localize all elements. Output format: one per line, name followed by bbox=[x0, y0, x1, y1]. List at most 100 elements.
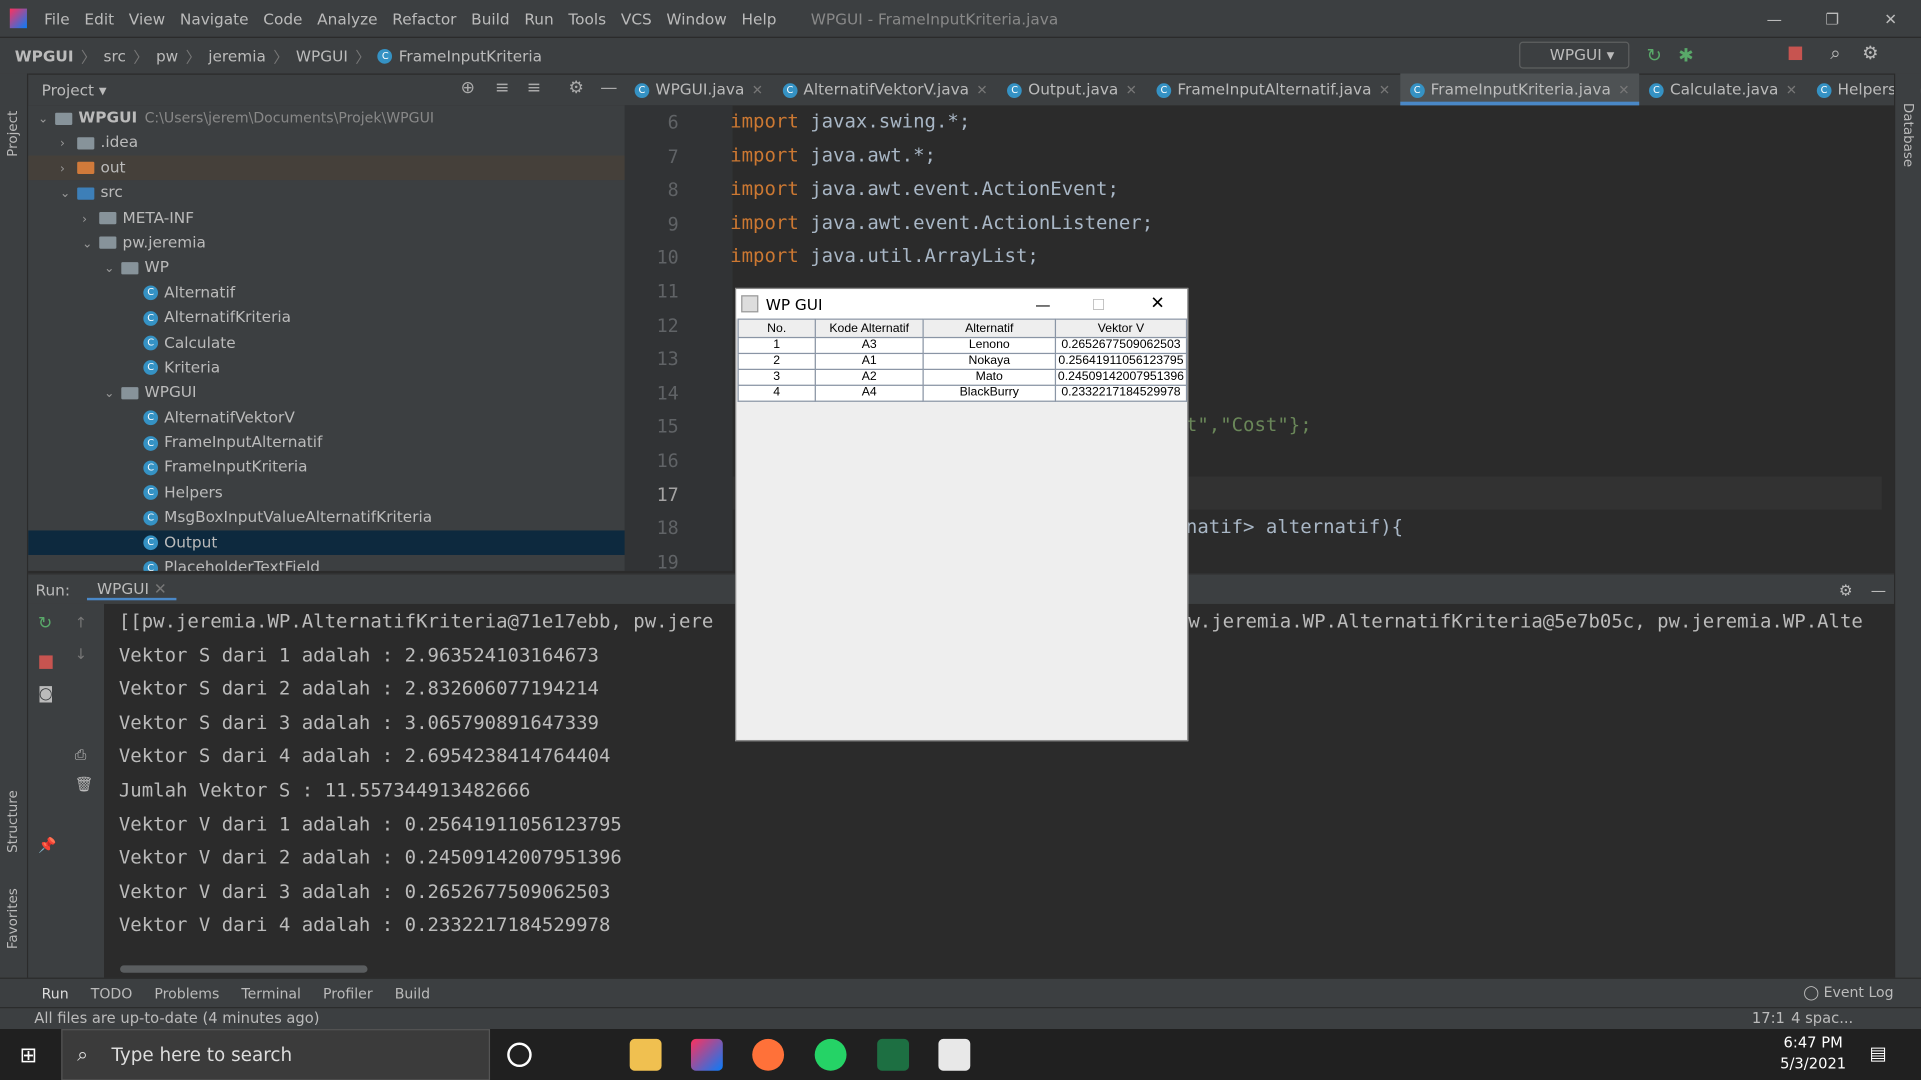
stop-icon[interactable] bbox=[39, 655, 53, 669]
breadcrumb-item[interactable]: WPGUI bbox=[296, 47, 348, 65]
project-view-select[interactable]: Project ▾ bbox=[42, 81, 107, 99]
tree-item[interactable]: ⌄ WPGUI C:\Users\jerem\Documents\Projek\WP… bbox=[28, 105, 625, 130]
menu-build[interactable]: Build bbox=[471, 9, 509, 27]
caret-position[interactable]: 17:1 bbox=[1752, 1008, 1785, 1029]
notifications-icon[interactable]: ▤ bbox=[1870, 1043, 1887, 1065]
favorites-side-tab[interactable]: Favorites bbox=[5, 888, 21, 949]
close-tab-icon[interactable]: ✕ bbox=[1618, 82, 1629, 98]
chevron-down-icon[interactable]: ⌄ bbox=[104, 258, 121, 283]
tree-item[interactable]: C FrameInputKriteria bbox=[28, 455, 625, 480]
editor-tab[interactable]: C Output.java ✕ bbox=[998, 74, 1147, 106]
gear-icon[interactable]: ⚙ bbox=[1839, 580, 1853, 598]
down-icon[interactable]: ↓ bbox=[75, 646, 87, 663]
tree-item[interactable]: C MsgBoxInputValueAlternatifKriteria bbox=[28, 505, 625, 530]
tool-button-build[interactable]: Build bbox=[395, 984, 430, 1001]
close-tab-icon[interactable]: ✕ bbox=[976, 82, 987, 98]
dialog-minimize-button[interactable]: — bbox=[1035, 295, 1050, 313]
file-explorer-icon[interactable] bbox=[629, 1038, 662, 1071]
tool-button-run[interactable]: Run bbox=[42, 984, 69, 1001]
menu-file[interactable]: File bbox=[44, 9, 70, 27]
horizontal-scrollbar[interactable] bbox=[120, 965, 368, 973]
tool-button-problems[interactable]: Problems bbox=[154, 984, 219, 1001]
editor-tab[interactable]: C Calculate.java ✕ bbox=[1639, 74, 1807, 106]
indent-setting[interactable]: 4 spac... bbox=[1791, 1008, 1853, 1029]
column-header[interactable]: No. bbox=[737, 318, 816, 339]
breadcrumb-item[interactable]: WPGUI bbox=[15, 47, 74, 65]
tree-item[interactable]: C FrameInputAlternatif bbox=[28, 430, 625, 455]
chevron-right-icon[interactable]: › bbox=[60, 158, 77, 183]
stop-icon[interactable] bbox=[1788, 46, 1803, 61]
table-row[interactable]: 1 A3 Lenono 0.2652677509062503 bbox=[737, 336, 1188, 355]
menu-code[interactable]: Code bbox=[263, 9, 302, 27]
tree-item[interactable]: C Alternatif bbox=[28, 280, 625, 305]
dialog-maximize-button[interactable]: ☐ bbox=[1092, 295, 1106, 313]
gear-icon[interactable]: ⚙ bbox=[568, 78, 583, 98]
breadcrumb-item[interactable]: pw bbox=[156, 47, 178, 65]
tree-item[interactable]: C Output bbox=[28, 530, 625, 556]
tree-item[interactable]: ⌄ WPGUI bbox=[28, 380, 625, 405]
tree-item[interactable]: C Kriteria bbox=[28, 355, 625, 380]
print-icon[interactable]: ⎙ bbox=[75, 746, 87, 764]
menu-window[interactable]: Window bbox=[666, 9, 726, 27]
breadcrumb-item[interactable]: FrameInputKriteria bbox=[399, 47, 542, 65]
excel-icon[interactable] bbox=[877, 1038, 910, 1071]
dialog-close-button[interactable]: ✕ bbox=[1150, 294, 1164, 314]
menu-refactor[interactable]: Refactor bbox=[392, 9, 456, 27]
tool-button-terminal[interactable]: Terminal bbox=[241, 984, 301, 1001]
clock-time[interactable]: 6:47 PM bbox=[1779, 1034, 1848, 1051]
menu-analyze[interactable]: Analyze bbox=[317, 9, 377, 27]
windows-start-icon[interactable]: ⊞ bbox=[20, 1044, 37, 1069]
run-config-select[interactable]: WPGUI ▾ bbox=[1519, 41, 1630, 69]
expand-all-icon[interactable]: ≡ bbox=[495, 78, 509, 98]
table-row[interactable]: 3 A2 Mato 0.24509142007951396 bbox=[737, 368, 1188, 386]
run-icon[interactable]: ↻ bbox=[1647, 44, 1662, 66]
chevron-down-icon[interactable]: ⌄ bbox=[82, 233, 99, 258]
breadcrumb-item[interactable]: jeremia bbox=[208, 47, 266, 65]
tree-item[interactable]: C AlternatifKriteria bbox=[28, 305, 625, 330]
table-row[interactable]: 2 A1 Nokaya 0.25641911056123795 bbox=[737, 352, 1188, 370]
firefox-icon[interactable] bbox=[752, 1038, 785, 1071]
whatsapp-icon[interactable] bbox=[814, 1038, 847, 1071]
taskbar-search[interactable]: ⌕ Type here to search bbox=[61, 1029, 491, 1080]
pin-icon[interactable]: 📌 bbox=[38, 837, 56, 854]
editor-tab[interactable]: C FrameInputKriteria.java ✕ bbox=[1399, 73, 1640, 106]
tree-item[interactable]: ⌄ pw.jeremia bbox=[28, 230, 625, 255]
project-side-tab[interactable]: Project bbox=[5, 83, 21, 157]
chevron-down-icon[interactable]: ⌄ bbox=[60, 183, 77, 208]
minimize-button[interactable]: — bbox=[1767, 9, 1782, 27]
tree-item[interactable]: C Calculate bbox=[28, 330, 625, 355]
breadcrumb-item[interactable]: src bbox=[104, 47, 126, 65]
up-icon[interactable]: ↑ bbox=[75, 614, 87, 631]
cortana-icon[interactable] bbox=[507, 1042, 532, 1068]
collapse-all-icon[interactable]: ≡ bbox=[527, 78, 541, 98]
camera-icon[interactable]: ◙ bbox=[38, 685, 53, 703]
chevron-down-icon[interactable]: ⌄ bbox=[104, 383, 121, 408]
close-tab-icon[interactable]: ✕ bbox=[752, 82, 763, 98]
intellij-icon[interactable] bbox=[690, 1038, 723, 1071]
editor-tab[interactable]: C FrameInputAlternatif.java ✕ bbox=[1147, 74, 1400, 106]
tree-item[interactable]: ⌄ src bbox=[28, 180, 625, 205]
tree-item[interactable]: C AlternatifVektorV bbox=[28, 405, 625, 430]
tree-item[interactable]: › .idea bbox=[28, 130, 625, 155]
tool-button-todo[interactable]: TODO bbox=[91, 984, 133, 1001]
table-row[interactable]: 4 A4 BlackBurry 0.2332217184529978 bbox=[737, 384, 1188, 402]
tree-item[interactable]: C PlaceholderTextField bbox=[28, 555, 625, 571]
search-icon[interactable]: ⌕ bbox=[1830, 42, 1840, 64]
event-log-button[interactable]: ◯ Event Log bbox=[1803, 984, 1893, 1001]
column-header[interactable]: Alternatif bbox=[922, 318, 1057, 339]
hide-icon[interactable]: — bbox=[1871, 580, 1886, 598]
restore-button[interactable]: ❐ bbox=[1825, 9, 1839, 27]
run-tab[interactable]: WPGUI ✕ bbox=[87, 579, 177, 600]
structure-side-tab[interactable]: Structure bbox=[5, 790, 21, 853]
tree-item[interactable]: › out bbox=[28, 155, 625, 183]
tree-item[interactable]: ⌄ WP bbox=[28, 255, 625, 280]
menu-view[interactable]: View bbox=[129, 9, 165, 27]
java-app-icon[interactable] bbox=[938, 1038, 971, 1071]
menu-vcs[interactable]: VCS bbox=[621, 9, 652, 27]
tree-item[interactable]: › META-INF bbox=[28, 205, 625, 230]
chevron-down-icon[interactable]: ⌄ bbox=[38, 108, 55, 133]
hide-icon[interactable]: — bbox=[600, 78, 617, 98]
database-side-tab[interactable]: Database bbox=[1900, 103, 1916, 167]
menu-help[interactable]: Help bbox=[742, 9, 777, 27]
close-tab-icon[interactable]: ✕ bbox=[1379, 82, 1390, 98]
